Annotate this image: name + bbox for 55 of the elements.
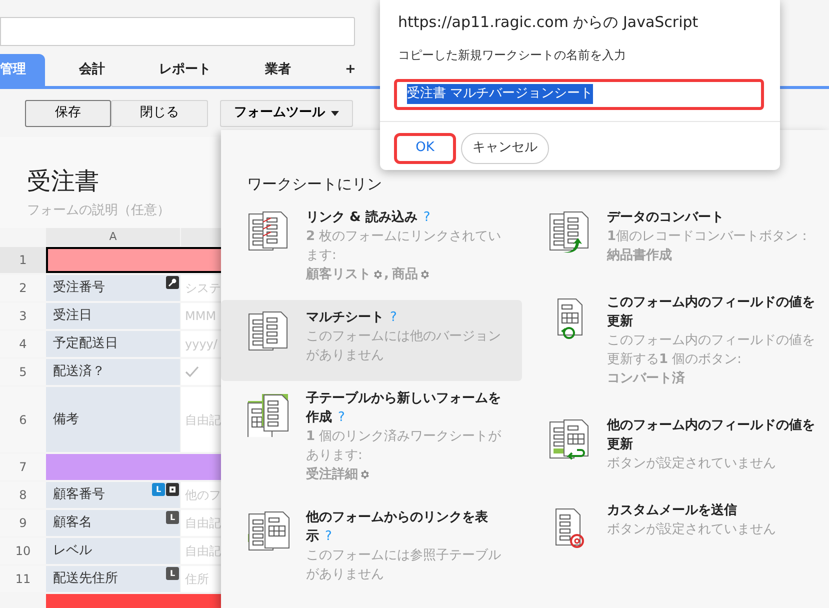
field-label-cell[interactable]: 配送先住所 L [46,566,180,592]
separator-text: , [384,266,389,284]
search-field[interactable] [0,17,355,46]
tab[interactable]: 業者 [259,54,297,86]
check-icon [185,366,199,378]
cancel-button[interactable]: キャンセル [461,132,549,164]
item-title[interactable]: 他のフォーム内のフィールドの値を更新 [607,416,815,454]
toolbar-button[interactable]: 保存 [25,100,111,126]
row-number: 1 [0,247,46,273]
menu-item[interactable]: 他のフォーム内のフィールドの値を更新 ボタンが設定されていません [522,408,829,489]
field-label-cell[interactable]: 備考 [46,387,180,452]
item-title[interactable]: リンク & 読み込み ? [306,208,508,227]
item-title[interactable]: マルチシート ? [306,308,508,327]
item-description: このフォームには参照子テーブルがありません [306,547,502,584]
lookup-badge: L [166,511,179,524]
lookup-badge: L [166,567,179,580]
item-description: ボタンが設定されていません [607,455,777,473]
lookup-badge: L [152,483,165,496]
item-description: ボタンが設定されていません [607,521,777,539]
name-field[interactable]: 受注書 マルチバージョンシート [394,78,764,110]
item-description: 1 個のリンク済みワークシートがあります: [306,428,502,465]
item-description: このフォーム内のフィールドの値を更新する1 個のボタン: [607,332,815,369]
dialog-message: コピーした新規ワークシートの名前を入力 [397,46,627,64]
field-label-cell[interactable]: 受注番号 [46,275,180,301]
item-title[interactable]: データのコンバート [607,208,815,227]
gear-icon[interactable] [372,269,383,280]
gear-icon[interactable] [418,269,430,280]
menu-item[interactable]: カスタムメールを送信 ボタンが設定されていません [522,493,829,565]
dialog-title: https://ap11.ragic.com からの JavaScript [397,12,700,33]
field-label-cell[interactable]: 顧客名 L [46,510,180,536]
field-label-cell[interactable]: 予定配送日 [46,331,180,357]
field-label-cell[interactable]: 受注日 [46,303,180,329]
gear-icon[interactable] [359,469,370,480]
menu-item[interactable]: マルチシート ? このフォームには他のバージョンがありません [221,300,522,381]
column-header[interactable]: A [46,228,180,246]
menu-item[interactable]: データのコンバート 1個のレコードコンバートボタン： 納品書作成 [522,200,829,281]
item-description: 1個のレコードコンバートボタン： [607,228,812,246]
menu-button[interactable]: フォームツール [220,100,353,126]
tab[interactable]: + [339,54,362,86]
section-heading: ワークシートにリン [247,174,383,195]
item-description: このフォームには他のバージョンがありません [306,328,502,365]
tab[interactable]: 会計 [73,54,111,86]
item-title[interactable]: カスタムメールを送信 [607,501,815,520]
item-title[interactable]: このフォーム内のフィールドの値を更新 [607,293,815,331]
field-label-cell[interactable]: 顧客番号 L [46,482,180,508]
item-description: 2 枚のフォームにリンクされています: [306,228,502,265]
menu-item[interactable]: このフォーム内のフィールドの値を更新 このフォーム内のフィールドの値を更新する1 個のボタン: コンバート済 [522,285,829,404]
item-title[interactable]: 他のフォームからのリンクを表示 ? [306,508,508,546]
field-label-cell[interactable]: レベル [46,538,180,564]
tab[interactable]: レポート [153,54,217,86]
field-label-cell[interactable]: 配送済？ [46,359,180,385]
toolbar-button[interactable]: 閉じる [111,100,208,126]
caret-icon [331,110,339,116]
item-title[interactable]: 子テーブルから新しいフォームを作成 ? [306,389,508,427]
ok-button[interactable]: OK [394,132,456,164]
